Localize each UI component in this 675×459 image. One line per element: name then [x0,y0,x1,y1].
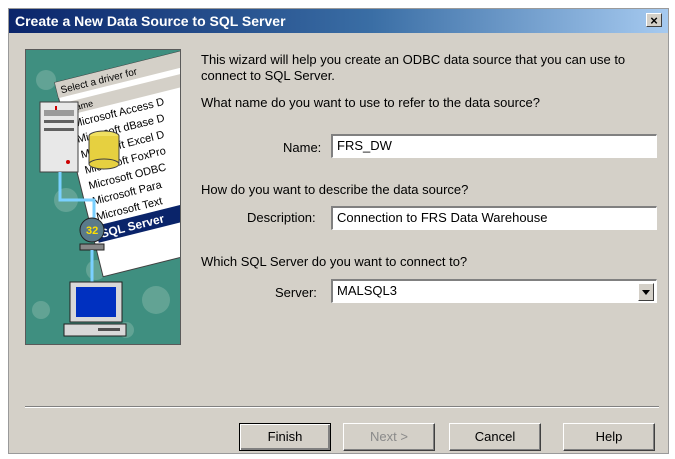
server-icon [39,101,79,173]
computer-icon [63,281,127,337]
illustration-graphic: Select a driver for Name Microsoft Acces… [26,50,180,344]
svg-text:32: 32 [86,225,98,237]
dialog-window: Create a New Data Source to SQL Server ×… [8,8,669,454]
chevron-down-icon[interactable] [638,283,654,301]
cancel-button[interactable]: Cancel [449,423,541,451]
description-label: Description: [247,210,316,225]
network-icon: 32 [79,217,105,251]
name-field[interactable]: FRS_DW [331,134,657,158]
server-question: Which SQL Server do you want to connect … [201,254,468,269]
name-question: What name do you want to use to refer to… [201,95,540,110]
title-bar[interactable]: Create a New Data Source to SQL Server × [9,9,668,33]
intro-text-line1: This wizard will help you create an ODBC… [201,52,626,67]
wizard-illustration: Select a driver for Name Microsoft Acces… [25,49,181,345]
server-label: Server: [275,285,317,300]
database-icon [88,130,120,170]
name-label: Name: [283,140,322,155]
close-icon[interactable]: × [646,13,662,27]
help-button[interactable]: Help [563,423,655,451]
button-separator [25,406,659,408]
description-field[interactable]: Connection to FRS Data Warehouse [331,206,657,230]
server-select-value: MALSQL3 [337,283,397,298]
next-button[interactable]: Next > [343,423,435,451]
window-title: Create a New Data Source to SQL Server [15,13,286,29]
description-question: How do you want to describe the data sou… [201,182,469,197]
intro-text-line2: connect to SQL Server. [201,68,335,83]
server-select[interactable]: MALSQL3 [331,279,657,303]
finish-button[interactable]: Finish [239,423,331,451]
